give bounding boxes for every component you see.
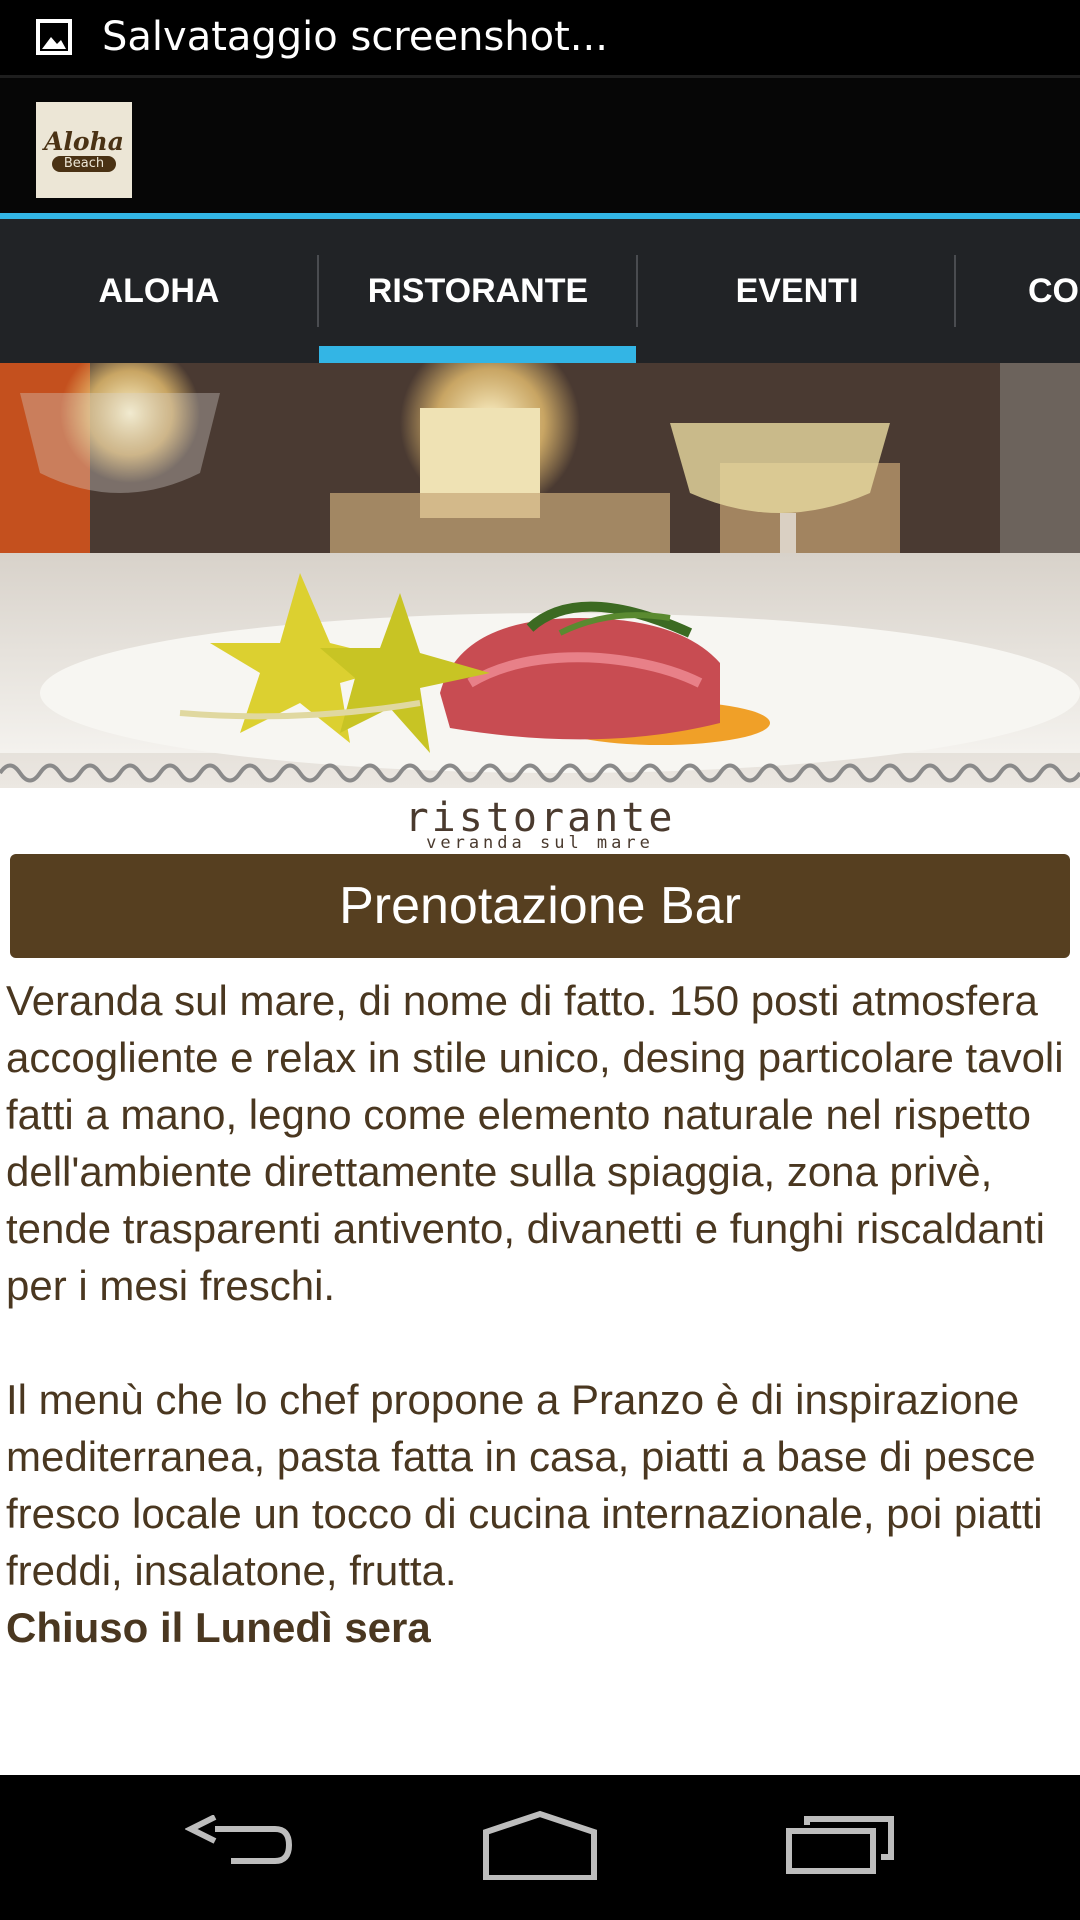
tab-aloha[interactable]: ALOHA	[0, 219, 318, 363]
description-paragraph-1: Veranda sul mare, di nome di fatto. 150 …	[6, 977, 1064, 1309]
status-bar: Salvataggio screenshot...	[0, 0, 1080, 75]
booking-button[interactable]: Prenotazione Bar	[10, 854, 1070, 958]
action-bar: Aloha Beach	[0, 75, 1080, 216]
status-notification-text: Salvataggio screenshot...	[102, 14, 608, 60]
tab-bar: ALOHA RISTORANTE EVENTI CO	[0, 219, 1080, 363]
recent-apps-button[interactable]	[740, 1795, 940, 1895]
closed-note: Chiuso il Lunedì sera	[6, 1604, 431, 1651]
hero-image	[0, 363, 1080, 788]
navigation-bar	[0, 1775, 1080, 1920]
home-button[interactable]	[440, 1795, 640, 1895]
description-text: Veranda sul mare, di nome di fatto. 150 …	[6, 972, 1076, 1656]
tab-ristorante[interactable]: RISTORANTE	[319, 219, 637, 363]
restaurant-logo-title: ristorante	[404, 795, 676, 841]
description-paragraph-2: Il menù che lo chef propone a Pranzo è d…	[6, 1376, 1043, 1594]
tab-co[interactable]: CO	[1028, 219, 1079, 363]
tab-selected-indicator	[319, 346, 636, 363]
back-button[interactable]	[140, 1795, 340, 1895]
app-logo[interactable]: Aloha Beach	[36, 102, 132, 198]
image-icon	[36, 19, 72, 55]
home-icon	[483, 1810, 597, 1880]
recent-apps-icon	[786, 1816, 894, 1874]
logo-word: Aloha	[44, 126, 124, 156]
tab-separator	[954, 255, 956, 327]
restaurant-logo: ristorante veranda sul mare	[0, 795, 1080, 853]
tab-eventi[interactable]: EVENTI	[638, 219, 956, 363]
restaurant-logo-subtitle: veranda sul mare	[426, 833, 654, 853]
dish-photo	[0, 363, 1080, 783]
logo-badge: Beach	[51, 155, 117, 172]
back-icon	[185, 1815, 293, 1864]
